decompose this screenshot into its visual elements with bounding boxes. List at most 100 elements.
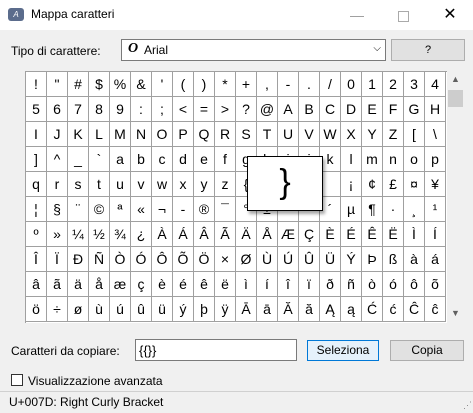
char-cell[interactable]: 0 <box>341 72 362 97</box>
char-cell[interactable]: µ <box>341 197 362 222</box>
char-cell[interactable]: ö <box>26 297 47 322</box>
char-cell[interactable]: ô <box>404 272 425 297</box>
maximize-button[interactable] <box>380 0 426 30</box>
char-cell[interactable]: â <box>26 272 47 297</box>
char-cell[interactable]: ) <box>194 72 215 97</box>
char-cell[interactable]: Ã <box>215 222 236 247</box>
char-cell[interactable]: ć <box>383 297 404 322</box>
char-cell[interactable]: æ <box>110 272 131 297</box>
char-cell[interactable]: ] <box>26 147 47 172</box>
char-cell[interactable]: õ <box>425 272 446 297</box>
char-cell[interactable]: - <box>278 72 299 97</box>
char-cell[interactable]: J <box>47 122 68 147</box>
char-cell[interactable]: Ā <box>236 297 257 322</box>
char-cell[interactable]: Ć <box>362 297 383 322</box>
char-cell[interactable]: ò <box>362 272 383 297</box>
char-cell[interactable]: 5 <box>26 97 47 122</box>
char-cell[interactable]: ë <box>215 272 236 297</box>
char-cell[interactable]: ñ <box>341 272 362 297</box>
copy-button[interactable]: Copia <box>390 340 464 361</box>
char-cell[interactable]: ® <box>194 197 215 222</box>
char-cell[interactable]: c <box>152 147 173 172</box>
char-cell[interactable]: 6 <box>47 97 68 122</box>
char-cell[interactable]: Â <box>194 222 215 247</box>
char-cell[interactable]: ă <box>299 297 320 322</box>
char-cell[interactable]: Á <box>173 222 194 247</box>
char-cell[interactable]: ¸ <box>404 197 425 222</box>
char-cell[interactable]: ª <box>110 197 131 222</box>
scroll-up-icon[interactable]: ▲ <box>447 71 464 88</box>
char-cell[interactable]: d <box>173 147 194 172</box>
char-cell[interactable] <box>320 172 341 197</box>
char-cell[interactable]: ¡ <box>341 172 362 197</box>
char-cell[interactable]: Ð <box>68 247 89 272</box>
char-cell[interactable]: © <box>89 197 110 222</box>
char-cell[interactable]: Ö <box>194 247 215 272</box>
char-cell[interactable]: Ä <box>236 222 257 247</box>
char-cell[interactable]: ` <box>89 147 110 172</box>
char-cell[interactable]: 3 <box>404 72 425 97</box>
char-cell[interactable]: ú <box>110 297 131 322</box>
char-cell[interactable]: Æ <box>278 222 299 247</box>
char-cell[interactable]: Î <box>26 247 47 272</box>
char-cell[interactable]: 2 <box>383 72 404 97</box>
char-cell[interactable]: k <box>320 147 341 172</box>
char-cell[interactable]: Ô <box>152 247 173 272</box>
char-cell[interactable]: X <box>341 122 362 147</box>
help-button[interactable]: ? <box>391 39 465 61</box>
char-cell[interactable]: D <box>341 97 362 122</box>
char-cell[interactable]: Þ <box>362 247 383 272</box>
char-cell[interactable]: ð <box>320 272 341 297</box>
char-cell[interactable]: ó <box>383 272 404 297</box>
char-cell[interactable]: > <box>215 97 236 122</box>
char-cell[interactable]: £ <box>383 172 404 197</box>
grid-scrollbar[interactable]: ▲ ▼ <box>447 71 464 322</box>
char-cell[interactable]: ê <box>194 272 215 297</box>
char-cell[interactable]: Ü <box>320 247 341 272</box>
char-cell[interactable]: § <box>47 197 68 222</box>
char-cell[interactable]: ^ <box>47 147 68 172</box>
char-cell[interactable]: « <box>131 197 152 222</box>
font-dropdown[interactable]: O Arial ⌵ <box>121 39 386 61</box>
char-cell[interactable]: u <box>110 172 131 197</box>
char-cell[interactable]: Z <box>383 122 404 147</box>
char-cell[interactable]: ÷ <box>47 297 68 322</box>
char-cell[interactable]: Ý <box>341 247 362 272</box>
char-cell[interactable]: b <box>131 147 152 172</box>
char-cell[interactable]: þ <box>194 297 215 322</box>
char-cell[interactable]: ´ <box>320 197 341 222</box>
char-cell[interactable]: ç <box>131 272 152 297</box>
char-cell[interactable]: E <box>362 97 383 122</box>
char-cell[interactable]: ï <box>299 272 320 297</box>
char-cell[interactable]: 1 <box>362 72 383 97</box>
char-cell[interactable]: ù <box>89 297 110 322</box>
char-cell[interactable]: Ą <box>320 297 341 322</box>
char-cell[interactable]: S <box>236 122 257 147</box>
char-cell[interactable]: Ú <box>278 247 299 272</box>
char-cell[interactable]: · <box>383 197 404 222</box>
char-cell[interactable]: à <box>404 247 425 272</box>
char-cell[interactable]: L <box>89 122 110 147</box>
char-cell[interactable]: ¢ <box>362 172 383 197</box>
char-cell[interactable]: A <box>278 97 299 122</box>
char-cell[interactable]: a <box>110 147 131 172</box>
char-cell[interactable]: Û <box>299 247 320 272</box>
char-cell[interactable]: ¼ <box>68 222 89 247</box>
char-cell[interactable]: å <box>89 272 110 297</box>
char-cell[interactable]: v <box>131 172 152 197</box>
char-cell[interactable]: È <box>320 222 341 247</box>
char-cell[interactable]: F <box>383 97 404 122</box>
char-cell[interactable]: × <box>215 247 236 272</box>
char-cell[interactable]: _ <box>68 147 89 172</box>
char-cell[interactable]: Ó <box>131 247 152 272</box>
char-cell[interactable]: / <box>320 72 341 97</box>
char-cell[interactable]: í <box>257 272 278 297</box>
char-cell[interactable]: P <box>173 122 194 147</box>
char-cell[interactable]: ¨ <box>68 197 89 222</box>
char-cell[interactable]: ¯ <box>215 197 236 222</box>
char-cell[interactable]: ¶ <box>362 197 383 222</box>
char-cell[interactable]: t <box>89 172 110 197</box>
char-cell[interactable]: l <box>341 147 362 172</box>
char-cell[interactable]: ĉ <box>425 297 446 322</box>
char-cell[interactable]: è <box>152 272 173 297</box>
